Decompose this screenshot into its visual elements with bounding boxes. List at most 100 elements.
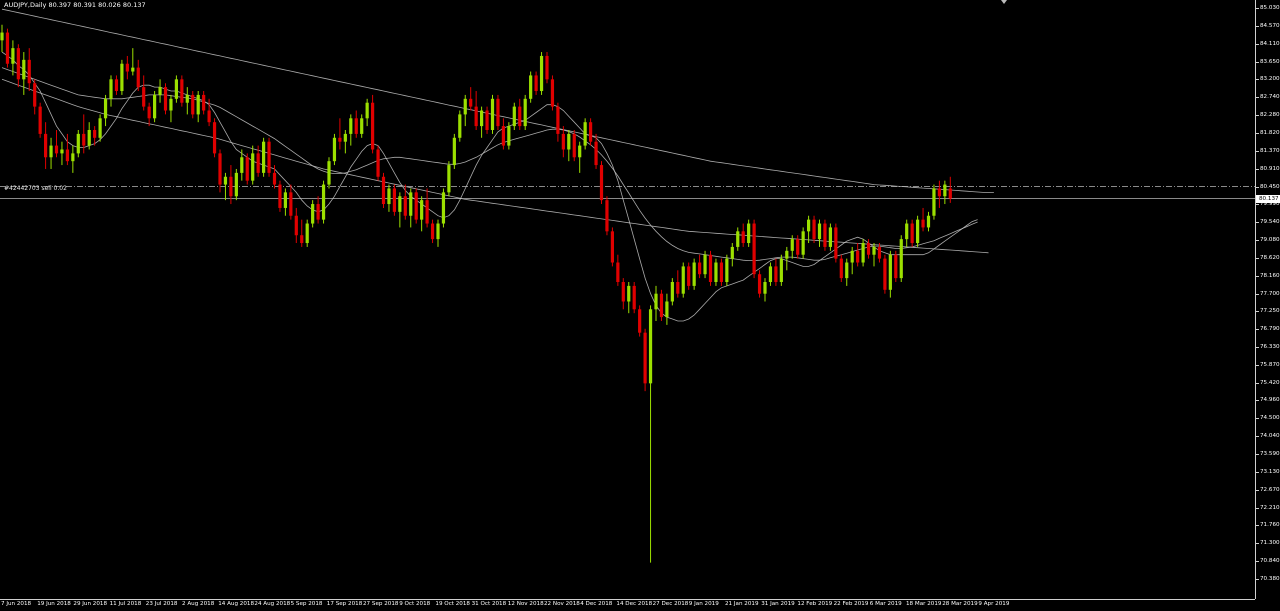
price-tick-mark bbox=[1256, 168, 1259, 170]
candle-body bbox=[545, 55, 549, 80]
candle-body bbox=[594, 141, 598, 166]
price-tick-label: 79.080 bbox=[1260, 236, 1280, 243]
price-tick-mark bbox=[1256, 418, 1259, 420]
candle-body bbox=[877, 246, 882, 259]
candle-body bbox=[698, 262, 702, 275]
candle-body bbox=[272, 172, 277, 185]
candle-body bbox=[142, 87, 146, 107]
candle-body bbox=[823, 223, 827, 247]
date-tick-label: 24 Aug 2018 bbox=[254, 601, 291, 607]
price-tick-mark bbox=[1256, 436, 1259, 438]
price-tick-mark bbox=[1256, 239, 1259, 241]
price-tick-mark bbox=[1256, 453, 1259, 455]
price-tick-label: 78.620 bbox=[1260, 254, 1280, 261]
candle-body bbox=[910, 223, 914, 244]
candle-body bbox=[578, 145, 582, 158]
price-tick-mark bbox=[1256, 561, 1259, 563]
candle-body bbox=[474, 106, 478, 127]
candle-body bbox=[11, 48, 15, 64]
candle-body bbox=[82, 133, 86, 146]
candle-body bbox=[556, 106, 560, 134]
price-axis[interactable]: 85.030 84.570 84.110 83.650 83.200 82.740 82.2… bbox=[1255, 0, 1280, 599]
candle-body bbox=[278, 184, 282, 208]
candle-body bbox=[131, 67, 135, 72]
candle-body bbox=[371, 102, 375, 150]
price-tick-label: 76.790 bbox=[1260, 326, 1280, 333]
candle-body bbox=[44, 133, 48, 158]
date-tick-label: 12 Feb 2019 bbox=[797, 601, 833, 607]
date-tick-label: 4 Dec 2018 bbox=[580, 601, 613, 607]
candle-body bbox=[888, 254, 892, 290]
candle-body bbox=[480, 110, 484, 127]
candle-body bbox=[38, 106, 42, 134]
date-tick-label: 12 Nov 2018 bbox=[507, 601, 544, 607]
candle-body bbox=[523, 98, 527, 127]
candle-body bbox=[223, 176, 228, 185]
price-tick-mark bbox=[1256, 489, 1259, 491]
candle-body bbox=[845, 262, 849, 279]
candle-body bbox=[719, 262, 723, 283]
candle-body bbox=[169, 98, 173, 111]
candle-body bbox=[365, 102, 369, 119]
chart-shift-marker-icon[interactable] bbox=[1001, 0, 1007, 4]
candle-body bbox=[736, 231, 740, 247]
price-tick-label: 71.300 bbox=[1260, 540, 1280, 547]
candle-body bbox=[654, 293, 658, 310]
candle-body bbox=[589, 122, 593, 142]
date-tick-label: 17 Sep 2018 bbox=[326, 601, 363, 607]
candle-body bbox=[856, 250, 860, 263]
candle-body bbox=[327, 161, 331, 185]
price-tick-label: 77.250 bbox=[1260, 308, 1280, 315]
candle-body bbox=[828, 227, 832, 247]
candle-body bbox=[332, 137, 337, 162]
candle-body bbox=[692, 262, 696, 286]
price-tick-mark bbox=[1256, 25, 1259, 27]
candle-body bbox=[147, 106, 151, 119]
date-tick-label: 27 Dec 2018 bbox=[652, 601, 689, 607]
candle-body bbox=[757, 274, 762, 294]
candle-body bbox=[256, 153, 260, 173]
candle-body bbox=[501, 126, 505, 146]
candle-body bbox=[212, 122, 217, 154]
candle-body bbox=[191, 94, 195, 115]
price-tick-label: 74.040 bbox=[1260, 433, 1280, 440]
price-tick-label: 81.370 bbox=[1260, 147, 1280, 154]
price-tick-label: 77.700 bbox=[1260, 290, 1280, 297]
chart-title: AUDJPY,Daily 80.397 80.391 80.026 80.137 bbox=[4, 1, 146, 9]
time-axis[interactable]: 7 Jun 2018 19 Jun 2018 29 Jun 2018 11 Jul 2… bbox=[0, 599, 1255, 611]
price-tick-label: 70.840 bbox=[1260, 558, 1280, 565]
moving-average-long bbox=[1, 78, 989, 254]
price-tick-mark bbox=[1256, 471, 1259, 473]
candle-body bbox=[638, 309, 642, 333]
candle-body bbox=[196, 94, 200, 115]
candle-body bbox=[659, 293, 664, 318]
date-tick-label: 5 Sep 2018 bbox=[290, 601, 323, 607]
candle-body bbox=[321, 184, 326, 220]
candle-body bbox=[294, 215, 298, 236]
candle-body bbox=[76, 133, 80, 154]
candle-body bbox=[610, 231, 614, 263]
candle-body bbox=[550, 79, 555, 107]
price-tick-label: 74.500 bbox=[1260, 415, 1280, 422]
candle-body bbox=[703, 254, 707, 275]
candle-body bbox=[490, 98, 495, 130]
date-tick-label: 21 Jan 2019 bbox=[725, 601, 759, 607]
date-tick-label: 22 Nov 2018 bbox=[544, 601, 580, 607]
candle-body bbox=[65, 149, 69, 162]
candle-body bbox=[627, 285, 631, 302]
candle-body bbox=[300, 235, 304, 244]
price-tick-mark bbox=[1256, 61, 1259, 63]
date-tick-label: 31 Jan 2019 bbox=[761, 601, 795, 607]
candle-body bbox=[687, 266, 691, 286]
candle-body bbox=[948, 188, 952, 199]
price-tick-mark bbox=[1256, 204, 1259, 206]
chart-area[interactable]: AUDJPY,Daily 80.397 80.391 80.026 80.137… bbox=[0, 0, 1255, 599]
candle-body bbox=[921, 219, 925, 228]
price-tick-mark bbox=[1256, 507, 1259, 509]
price-tick-label: 75.420 bbox=[1260, 379, 1280, 386]
candle-body bbox=[305, 223, 309, 244]
candle-body bbox=[360, 118, 364, 134]
date-tick-label: 7 Jun 2018 bbox=[1, 601, 32, 607]
candle-body bbox=[779, 258, 783, 283]
candle-body bbox=[98, 118, 102, 138]
